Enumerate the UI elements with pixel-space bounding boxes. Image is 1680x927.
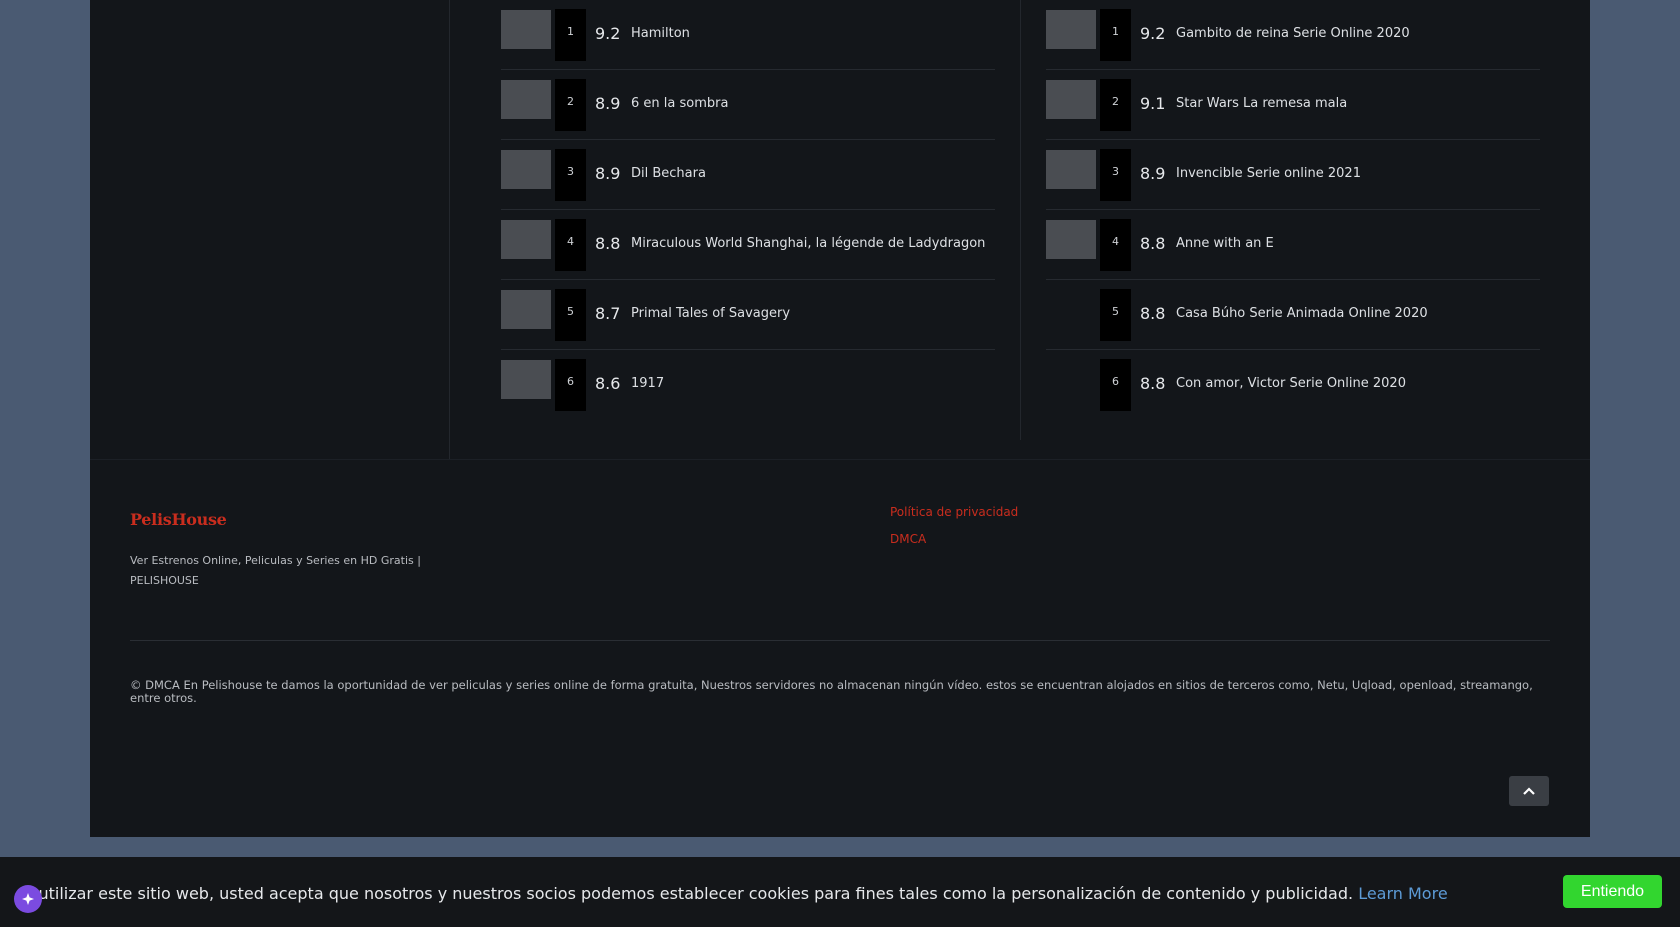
poster-thumbnail[interactable]	[501, 360, 551, 399]
item-title-link[interactable]: Invencible Serie online 2021	[1176, 166, 1361, 181]
footer-link-item: Política de privacidad	[890, 505, 1018, 532]
item-title-link[interactable]: Hamilton	[631, 26, 690, 41]
poster-thumbnail[interactable]	[501, 290, 551, 329]
accept-cookies-button[interactable]: Entiendo	[1563, 875, 1662, 908]
ranking-item[interactable]: 5 8.7 Primal Tales of Savagery	[501, 280, 995, 350]
footer-links: Política de privacidad DMCA	[890, 505, 1018, 559]
item-title-link[interactable]: Primal Tales of Savagery	[631, 306, 790, 321]
rank-number: 5	[1100, 289, 1131, 341]
rank-number: 2	[1100, 79, 1131, 131]
rank-number: 3	[555, 149, 586, 201]
series-ranking-column: 1 9.2 Gambito de reina Serie Online 2020 2 9…	[1046, 0, 1556, 440]
poster-thumbnail[interactable]	[1046, 360, 1096, 399]
rank-number: 2	[555, 79, 586, 131]
item-title-link[interactable]: 1917	[631, 376, 664, 391]
cookie-message-text: Al utilizar este sitio web, usted acepta…	[18, 884, 1354, 903]
item-title-link[interactable]: Star Wars La remesa mala	[1176, 96, 1347, 111]
footer-link-item: DMCA	[890, 532, 1018, 559]
footer-tagline: Ver Estrenos Online, Peliculas y Series …	[130, 554, 421, 587]
rating-score: 8.6	[595, 374, 621, 393]
cookie-consent-bar: Al utilizar este sitio web, usted acepta…	[0, 857, 1680, 927]
ranking-item[interactable]: 6 8.6 1917	[501, 350, 995, 420]
rank-number: 6	[555, 359, 586, 411]
rating-score: 8.8	[1140, 234, 1166, 253]
ranking-item[interactable]: 1 9.2 Hamilton	[501, 0, 995, 70]
rankings-section: 1 9.2 Hamilton 2 8.9 6 en la sombra 3 8.9 Dil Be…	[90, 0, 1590, 459]
item-title-link[interactable]: 6 en la sombra	[631, 96, 728, 111]
movies-ranking-column: 1 9.2 Hamilton 2 8.9 6 en la sombra 3 8.9 Dil Be…	[501, 0, 1021, 440]
learn-more-link[interactable]: Learn More	[1358, 884, 1447, 903]
rank-number: 4	[555, 219, 586, 271]
site-logo[interactable]: PelisHouse	[130, 510, 227, 529]
poster-thumbnail[interactable]	[1046, 80, 1096, 119]
item-title-link[interactable]: Miraculous World Shanghai, la légende de…	[631, 236, 985, 251]
rank-number: 3	[1100, 149, 1131, 201]
rank-number: 6	[1100, 359, 1131, 411]
rating-score: 8.9	[595, 94, 621, 113]
rank-number: 1	[1100, 9, 1131, 61]
privacy-policy-link[interactable]: Política de privacidad	[890, 505, 1018, 519]
ranking-item[interactable]: 3 8.9 Dil Bechara	[501, 140, 995, 210]
item-title-link[interactable]: Gambito de reina Serie Online 2020	[1176, 26, 1410, 41]
movies-ranking-list: 1 9.2 Hamilton 2 8.9 6 en la sombra 3 8.9 Dil Be…	[501, 0, 1020, 420]
poster-thumbnail[interactable]	[1046, 10, 1096, 49]
rating-score: 9.2	[595, 24, 621, 43]
rank-number: 5	[555, 289, 586, 341]
series-ranking-list: 1 9.2 Gambito de reina Serie Online 2020 2 9…	[1046, 0, 1556, 420]
sparkle-icon	[22, 893, 34, 905]
rating-score: 8.7	[595, 304, 621, 323]
ranking-item[interactable]: 5 8.8 Casa Búho Serie Animada Online 2020	[1046, 280, 1540, 350]
item-title-link[interactable]: Con amor, Victor Serie Online 2020	[1176, 376, 1406, 391]
back-to-top-button[interactable]	[1509, 776, 1549, 806]
page-container: 1 9.2 Hamilton 2 8.9 6 en la sombra 3 8.9 Dil Be…	[90, 0, 1590, 837]
rank-number: 4	[1100, 219, 1131, 271]
ranking-item[interactable]: 2 8.9 6 en la sombra	[501, 70, 995, 140]
sidebar-left	[90, 0, 450, 459]
rating-score: 9.2	[1140, 24, 1166, 43]
poster-thumbnail[interactable]	[1046, 220, 1096, 259]
dmca-link[interactable]: DMCA	[890, 532, 926, 546]
poster-thumbnail[interactable]	[501, 150, 551, 189]
poster-thumbnail[interactable]	[1046, 290, 1096, 329]
rank-number: 1	[555, 9, 586, 61]
ranking-item[interactable]: 3 8.9 Invencible Serie online 2021	[1046, 140, 1540, 210]
rating-score: 8.8	[1140, 304, 1166, 323]
poster-thumbnail[interactable]	[501, 10, 551, 49]
item-title-link[interactable]: Dil Bechara	[631, 166, 706, 181]
ranking-item[interactable]: 4 8.8 Anne with an E	[1046, 210, 1540, 280]
chevron-up-icon	[1523, 787, 1535, 795]
rating-score: 8.9	[595, 164, 621, 183]
ranking-item[interactable]: 4 8.8 Miraculous World Shanghai, la légend…	[501, 210, 995, 280]
cookie-message: Al utilizar este sitio web, usted acepta…	[18, 884, 1448, 903]
copyright-text: © DMCA En Pelishouse te damos la oportun…	[130, 678, 1533, 705]
poster-thumbnail[interactable]	[501, 220, 551, 259]
item-title-link[interactable]: Casa Búho Serie Animada Online 2020	[1176, 306, 1428, 321]
poster-thumbnail[interactable]	[501, 80, 551, 119]
rating-score: 8.8	[1140, 374, 1166, 393]
poster-thumbnail[interactable]	[1046, 150, 1096, 189]
ranking-item[interactable]: 6 8.8 Con amor, Victor Serie Online 2020	[1046, 350, 1540, 420]
floating-assistant-button[interactable]	[14, 885, 42, 913]
rating-score: 8.8	[595, 234, 621, 253]
footer-divider	[130, 640, 1550, 641]
ranking-item[interactable]: 1 9.2 Gambito de reina Serie Online 2020	[1046, 0, 1540, 70]
ranking-item[interactable]: 2 9.1 Star Wars La remesa mala	[1046, 70, 1540, 140]
item-title-link[interactable]: Anne with an E	[1176, 236, 1274, 251]
rating-score: 9.1	[1140, 94, 1166, 113]
rating-score: 8.9	[1140, 164, 1166, 183]
site-footer: PelisHouse Ver Estrenos Online, Pelicula…	[90, 459, 1590, 837]
